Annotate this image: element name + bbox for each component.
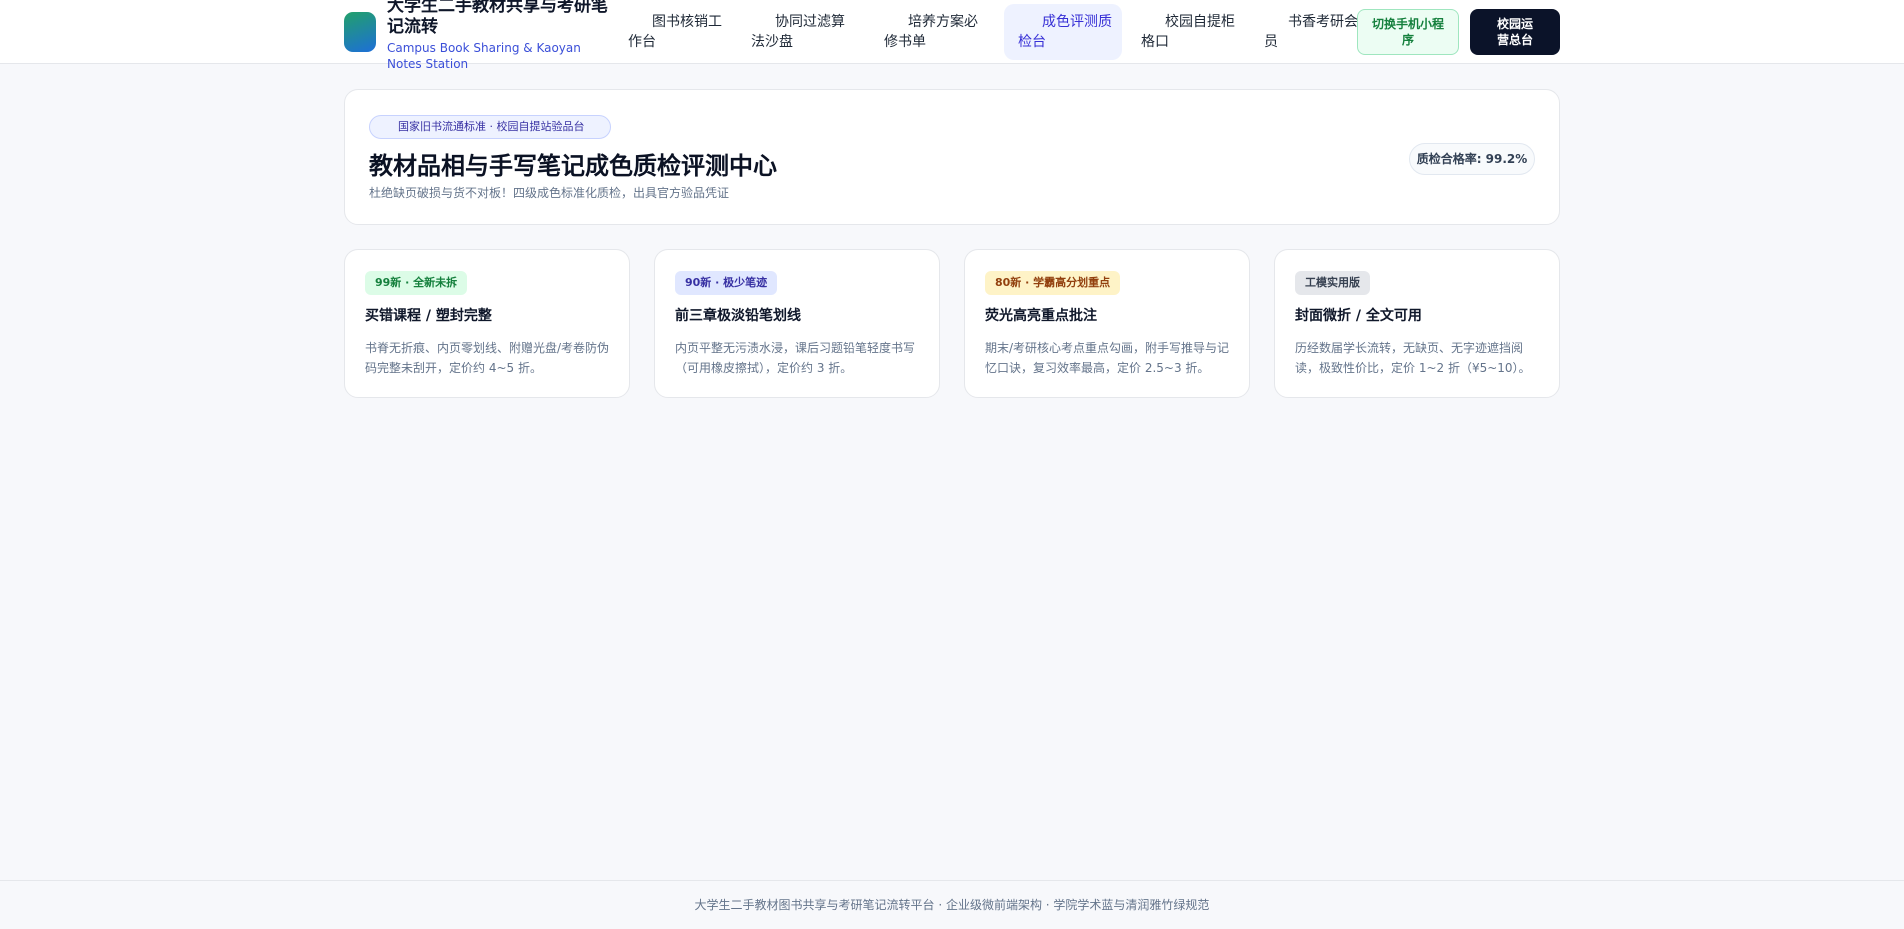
page-title: 教材品相与手写笔记成色质检评测中心 <box>369 152 777 180</box>
grade-description: 历经数届学长流转，无缺页、无字迹遮挡阅读，极致性价比，定价 1~2 折（¥5~1… <box>1295 341 1531 375</box>
standard-tag: 国家旧书流通标准 · 校园自提站验品台 <box>369 115 611 139</box>
nav-item-required-book-list[interactable]: 培养方案必修书单 <box>870 4 988 60</box>
top-navigation-bar: 大学生二手教材共享与考研笔记流转 Campus Book Sharing & K… <box>0 0 1904 71</box>
nav-item-quality-inspection[interactable]: 成色评测质检台 <box>1004 4 1122 60</box>
grade-badge: 99新 · 全新未拆 <box>365 271 468 295</box>
grade-card-90: 90新 · 极少笔迹 前三章极淡铅笔划线 内页平整无污渍水浸，课后习题铅笔轻度书… <box>654 249 940 398</box>
nav-item-pickup-locker[interactable]: 校园自提柜格口 <box>1127 4 1245 60</box>
grade-title: 荧光高亮重点批注 <box>985 308 1097 324</box>
grade-badge: 90新 · 极少笔迹 <box>675 271 778 295</box>
grade-description: 期末/考研核心考点重点勾画，附手写推导与记忆口诀，复习效率最高，定价 2.5~3… <box>985 341 1230 375</box>
grade-description: 内页平整无污渍水浸，课后习题铅笔轻度书写（可用橡皮擦拭），定价约 3 折。 <box>675 341 916 375</box>
grade-title: 买错课程 / 塑封完整 <box>365 308 492 324</box>
pass-rate-badge: 质检合格率: 99.2% <box>1409 143 1535 175</box>
nav-item-verification-workbench[interactable]: 图书核销工作台 <box>614 4 732 60</box>
grade-card-99: 99新 · 全新未拆 买错课程 / 塑封完整 书脊无折痕、内页零划线、附赠光盘/… <box>344 249 630 398</box>
grade-description: 书脊无折痕、内页零划线、附赠光盘/考卷防伪码完整未刮开，定价约 4~5 折。 <box>365 341 610 375</box>
brand-subtitle: Campus Book Sharing & Kaoyan Notes Stati… <box>387 41 581 71</box>
grade-card-80: 80新 · 学霸高分划重点 荧光高亮重点批注 期末/考研核心考点重点勾画，附手写… <box>964 249 1250 398</box>
grade-card-practical: 工模实用版 封面微折 / 全文可用 历经数届学长流转，无缺页、无字迹遮挡阅读，极… <box>1274 249 1560 398</box>
brand-title: 大学生二手教材共享与考研笔记流转 <box>387 0 608 37</box>
grade-title: 封面微折 / 全文可用 <box>1295 308 1422 324</box>
campus-ops-console-button[interactable]: 校园运营总台 <box>1470 9 1560 55</box>
grade-badge: 80新 · 学霸高分划重点 <box>985 271 1121 295</box>
nav-item-membership[interactable]: 书香考研会员 <box>1250 4 1368 60</box>
nav-item-collaborative-filtering-sandbox[interactable]: 协同过滤算法沙盘 <box>737 4 855 60</box>
page-footer: 大学生二手教材图书共享与考研笔记流转平台 · 企业级微前端架构 · 学院学术蓝与… <box>0 880 1904 929</box>
grade-badge: 工模实用版 <box>1295 271 1370 295</box>
app-root: 大学生二手教材共享与考研笔记流转 Campus Book Sharing & K… <box>0 0 1904 929</box>
inspection-hero-panel: 国家旧书流通标准 · 校园自提站验品台 教材品相与手写笔记成色质检评测中心 杜绝… <box>344 89 1560 225</box>
grade-title: 前三章极淡铅笔划线 <box>675 308 801 324</box>
switch-mini-program-button[interactable]: 切换手机小程序 <box>1357 9 1459 55</box>
page-description: 杜绝缺页破损与货不对板！四级成色标准化质检，出具官方验品凭证 <box>369 186 730 200</box>
brand-logo-icon <box>344 12 376 52</box>
